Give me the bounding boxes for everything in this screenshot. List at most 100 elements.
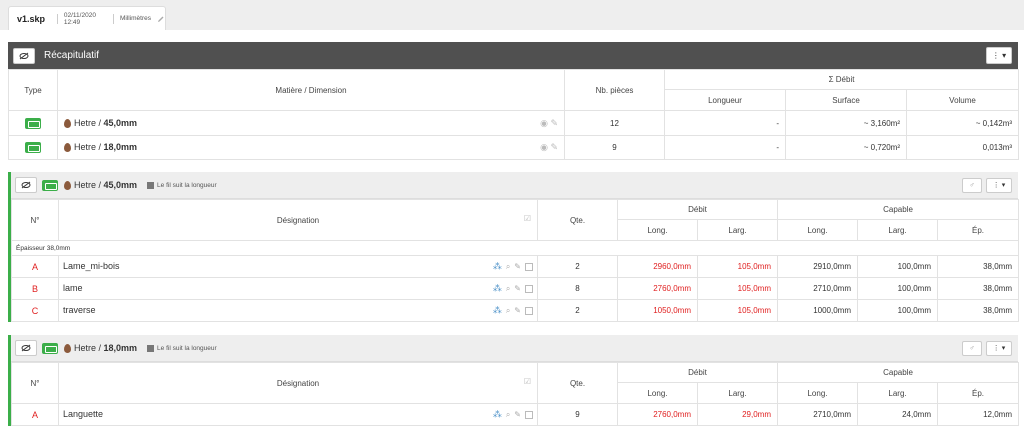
collapse-toggle-button[interactable] xyxy=(15,177,37,193)
wood-drop-icon xyxy=(64,143,71,153)
debit-long: 2960,0mm xyxy=(617,255,698,278)
ruler-icon[interactable]: ⁂ xyxy=(493,261,502,272)
col-debit: Σ Débit xyxy=(663,69,1020,90)
row-checkbox[interactable] xyxy=(525,262,533,271)
board-type-icon xyxy=(42,179,58,191)
row-checkbox[interactable] xyxy=(525,306,533,315)
select-all-checkbox[interactable]: ☑ xyxy=(524,377,531,386)
summary-table: Type Matière / Dimension Nb. pièces Σ Dé… xyxy=(8,69,1020,160)
length-value: - xyxy=(664,110,786,136)
col-qty: Qte. xyxy=(537,199,618,241)
capable-larg: 100,0mm xyxy=(857,277,938,300)
material-group: Hetre / 45,0mm Le fil suit la longueur ♂… xyxy=(8,172,1020,322)
col-debit-long: Long. xyxy=(617,382,698,404)
summary-row[interactable]: Hetre / 45,0mm ◉ ✎ 12 - ~ 3,160m² ~ 0,142… xyxy=(8,110,1020,136)
part-id: B xyxy=(11,277,59,300)
part-name: Languette xyxy=(63,409,104,419)
capable-long: 2710,0mm xyxy=(777,277,858,300)
file-date: 02/11/2020 12:49 xyxy=(63,11,96,26)
group-dim: 45,0mm xyxy=(103,179,138,190)
group-menu-button[interactable]: ⋮ ▾ xyxy=(986,177,1012,193)
parts-table: N° Désignation ☑ Qte. Débit Capable Long.… xyxy=(10,199,1020,322)
capable-larg: 100,0mm xyxy=(857,255,938,278)
part-name: traverse xyxy=(63,305,96,315)
debit-larg: 105,0mm xyxy=(697,277,778,300)
wood-drop-icon xyxy=(64,118,71,128)
material-name: Hetre / xyxy=(74,117,104,128)
capable-ep: 38,0mm xyxy=(936,255,1020,278)
highlight-button[interactable]: ♂ xyxy=(962,340,982,356)
row-checkbox[interactable] xyxy=(525,284,533,293)
search-icon[interactable]: ⌕ xyxy=(506,306,510,316)
volume-value: ~ 0,142m³ xyxy=(905,110,1020,136)
separator xyxy=(113,13,114,24)
col-capable-long: Long. xyxy=(777,219,858,241)
part-qty: 2 xyxy=(537,255,618,278)
info-icon[interactable]: ◉ xyxy=(540,118,548,128)
file-tab[interactable]: v1.skp 02/11/2020 12:49 Millimètres xyxy=(8,6,166,30)
edit-icon[interactable]: ✎ xyxy=(514,284,521,293)
capable-long: 2710,0mm xyxy=(777,403,858,426)
col-pieces: Nb. pièces xyxy=(564,69,665,111)
grain-label: Le fil suit la longueur xyxy=(157,181,217,189)
col-material: Matière / Dimension xyxy=(57,69,565,111)
table-row[interactable]: A Languette ⁂ ⌕ ✎ 9 2760,0mm 29,0mm 2710,0m… xyxy=(11,403,1020,426)
select-all-checkbox[interactable]: ☑ xyxy=(524,214,531,223)
eye-slash-icon xyxy=(21,344,31,352)
search-icon[interactable]: ⌕ xyxy=(506,410,510,420)
col-designation: Désignation xyxy=(276,378,320,388)
edit-icon[interactable]: ✎ xyxy=(514,262,521,271)
search-icon[interactable]: ⌕ xyxy=(506,284,510,294)
debit-larg: 29,0mm xyxy=(697,403,778,426)
col-capable-ep: Ép. xyxy=(936,219,1020,241)
ruler-icon[interactable]: ⁂ xyxy=(493,283,502,294)
col-volume: Volume xyxy=(905,89,1020,111)
material-group: Hetre / 18,0mm Le fil suit la longueur ♂… xyxy=(8,335,1020,426)
search-icon[interactable]: ⌕ xyxy=(506,262,510,272)
col-capable: Capable xyxy=(776,199,1020,220)
volume-value: 0,013m³ xyxy=(905,135,1020,160)
debit-larg: 105,0mm xyxy=(697,255,778,278)
col-debit-larg: Larg. xyxy=(697,219,778,241)
capable-ep: 12,0mm xyxy=(936,403,1020,426)
part-name: Lame_mi-bois xyxy=(63,261,120,271)
highlight-button[interactable]: ♂ xyxy=(962,177,982,193)
debit-long: 1050,0mm xyxy=(617,299,698,322)
edit-icon[interactable]: ✎ xyxy=(514,306,521,315)
info-icon[interactable]: ◉ xyxy=(540,142,548,152)
board-type-icon xyxy=(25,117,41,129)
col-designation: Désignation xyxy=(276,215,320,225)
edit-icon[interactable]: ✎ xyxy=(514,410,521,419)
ruler-icon[interactable]: ⁂ xyxy=(493,409,502,420)
pencil-icon[interactable] xyxy=(157,10,165,28)
ruler-icon[interactable]: ⁂ xyxy=(493,305,502,316)
table-row[interactable]: B lame ⁂ ⌕ ✎ 8 2760,0mm 105,0mm 2710,0mm 10… xyxy=(11,277,1020,300)
grain-indicator: Le fil suit la longueur xyxy=(147,344,217,352)
edit-icon[interactable]: ✎ xyxy=(550,142,558,152)
collapse-toggle-button[interactable] xyxy=(15,340,37,356)
table-row[interactable]: C traverse ⁂ ⌕ ✎ 2 1050,0mm 105,0mm 1000,0m… xyxy=(11,299,1020,322)
table-row[interactable]: A Lame_mi-bois ⁂ ⌕ ✎ 2 2960,0mm 105,0mm 291… xyxy=(11,255,1020,278)
grain-indicator: Le fil suit la longueur xyxy=(147,181,217,189)
pieces-count: 9 xyxy=(564,135,665,160)
material-dim: 45,0mm xyxy=(103,117,138,128)
col-debit-larg: Larg. xyxy=(697,382,778,404)
debit-larg: 105,0mm xyxy=(697,299,778,322)
group-header[interactable]: Hetre / 45,0mm Le fil suit la longueur ♂… xyxy=(11,172,1018,199)
collapse-toggle-button[interactable] xyxy=(13,47,35,64)
length-value: - xyxy=(664,135,786,160)
group-header[interactable]: Hetre / 18,0mm Le fil suit la longueur ♂… xyxy=(11,335,1018,362)
summary-row[interactable]: Hetre / 18,0mm ◉ ✎ 9 - ~ 0,720m² 0,013m³ xyxy=(8,135,1020,160)
top-bar: v1.skp 02/11/2020 12:49 Millimètres xyxy=(0,0,1024,30)
col-qty: Qte. xyxy=(537,362,618,404)
summary-header: Récapitulatif ⋮ ▾ xyxy=(8,42,1018,69)
board-type-icon xyxy=(42,342,58,354)
edit-icon[interactable]: ✎ xyxy=(550,118,558,128)
summary-menu-button[interactable]: ⋮ ▾ xyxy=(986,47,1012,64)
capable-ep: 38,0mm xyxy=(936,299,1020,322)
capable-larg: 100,0mm xyxy=(857,299,938,322)
row-checkbox[interactable] xyxy=(525,410,533,419)
col-surface: Surface xyxy=(785,89,907,111)
surface-value: ~ 3,160m² xyxy=(785,110,907,136)
group-menu-button[interactable]: ⋮ ▾ xyxy=(986,340,1012,356)
